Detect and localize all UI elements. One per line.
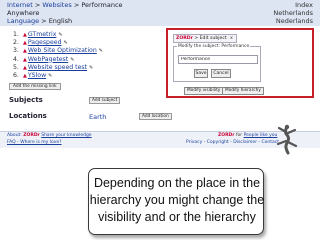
footer-faq-link[interactable]: FAQ - Where is my love? — [7, 140, 62, 145]
save-button[interactable]: Save — [194, 69, 208, 78]
footer-tagline: ZORDr for People like you — [218, 133, 277, 138]
breadcrumb-current: Performance — [81, 1, 123, 9]
top-link-nederlands[interactable]: Nederlands — [273, 17, 313, 25]
footer-about-label[interactable]: About: — [7, 133, 22, 138]
add-location-button[interactable]: Add location — [139, 113, 172, 120]
pencil-icon[interactable]: ✎ — [70, 56, 74, 64]
modify-visibility-button[interactable]: Modify visibility — [184, 87, 224, 95]
breadcrumb: Internet > Websites > Performance — [7, 1, 123, 9]
edit-subject-callout: ZORDr > Edit subject x Modify the subjec… — [166, 28, 314, 98]
breadcrumb-separator: > — [34, 1, 41, 9]
language-separator: > — [41, 17, 47, 25]
favicon-icon: ▲ — [23, 40, 27, 47]
list-item: 5. ▲ Website speed test ✎ — [13, 64, 103, 72]
language-value: English — [48, 17, 73, 25]
subjects-heading: Subjects — [9, 96, 43, 104]
footer-brand: ZORDr — [23, 133, 40, 138]
list-item-link[interactable]: Web Site Optimization — [28, 47, 97, 55]
list-item: 3. ▲ Web Site Optimization ✎ — [13, 47, 103, 55]
footer-right-for: for — [235, 133, 243, 138]
gecko-logo-icon — [276, 124, 298, 155]
list-item: 1. ▲ GTmetrix ✎ — [13, 31, 103, 39]
dialog-title: ZORDr > Edit subject x — [173, 34, 237, 43]
list-item-link[interactable]: Pagespeed — [28, 39, 62, 47]
top-link-index[interactable]: Index — [273, 1, 313, 9]
top-links: Index Netherlands Nederlands — [273, 1, 313, 25]
breadcrumb-separator: > — [73, 1, 80, 9]
list-item-number: 3. — [13, 47, 19, 55]
close-icon[interactable]: x — [230, 36, 233, 41]
footer-about: About: ZORDr Share your knowledge — [7, 133, 92, 138]
list-item: 2. ▲ Pagespeed ✎ — [13, 39, 103, 47]
list-item: 4. ▲ WebPagetest ✎ — [13, 56, 103, 64]
pencil-icon[interactable]: ✎ — [58, 31, 62, 39]
list-item-link[interactable]: Website speed test — [28, 64, 87, 72]
modify-hierarchy-button[interactable]: Modify hierarchy — [222, 87, 264, 95]
list-item-link[interactable]: WebPagetest — [28, 56, 68, 64]
footer-legal-links[interactable]: Privacy - Copyright - Disclaimer - Conta… — [186, 140, 279, 145]
list-item-number: 1. — [13, 31, 19, 38]
location-scope[interactable]: Anywhere — [7, 9, 39, 17]
pencil-icon[interactable]: ✎ — [89, 64, 93, 72]
location-link-earth[interactable]: Earth — [89, 113, 106, 121]
language-label[interactable]: Language — [7, 17, 39, 25]
list-item-link[interactable]: GTmetrix — [28, 31, 57, 39]
list-item-number: 6. — [13, 72, 19, 80]
language-line: Language > English — [7, 17, 72, 25]
list-item: 6. ▲ YSlow ✎ — [13, 72, 103, 80]
breadcrumb-websites[interactable]: Websites — [42, 1, 71, 9]
favicon-icon: ▲ — [23, 73, 27, 80]
cancel-button[interactable]: Cancel — [211, 69, 231, 78]
add-subject-button[interactable]: Add subject — [89, 97, 121, 104]
breadcrumb-internet[interactable]: Internet — [7, 1, 33, 9]
footer-share-link[interactable]: Share your knowledge — [41, 133, 91, 138]
top-link-netherlands[interactable]: Netherlands — [273, 9, 313, 17]
list-item-number: 2. — [13, 39, 19, 47]
modify-subject-fieldset: Modify the subject: Performance Save Can… — [173, 44, 261, 82]
fieldset-legend: Modify the subject: Performance — [177, 44, 251, 49]
dialog-title-text: Edit subject — [199, 36, 227, 41]
pencil-icon[interactable]: ✎ — [99, 47, 103, 55]
pencil-icon[interactable]: ✎ — [64, 39, 68, 47]
list-item-link[interactable]: YSlow — [28, 72, 46, 80]
favicon-icon: ▲ — [23, 48, 27, 55]
caption-line: Depending on the place in the — [93, 176, 261, 190]
dialog-brand: ZORDr — [176, 36, 193, 41]
add-missing-link-button[interactable]: Add the missing link — [9, 83, 61, 90]
footer-right-brand: ZORDr — [218, 133, 235, 138]
favicon-icon: ▲ — [23, 56, 27, 63]
list-item-number: 4. — [13, 55, 19, 63]
favicon-icon: ▲ — [23, 64, 27, 71]
list-item-number: 5. — [13, 63, 19, 71]
caption-line: hierarchy you might change the — [89, 193, 265, 207]
caption-line: visibility and or the hierarchy — [98, 210, 256, 224]
locations-heading: Locations — [9, 112, 47, 120]
pencil-icon[interactable]: ✎ — [48, 72, 52, 80]
link-list: 1. ▲ GTmetrix ✎ 2. ▲ Pagespeed ✎ 3. ▲ We… — [13, 31, 103, 80]
favicon-icon: ▲ — [23, 32, 27, 38]
dialog-title-sep: > — [194, 36, 199, 41]
caption-box: Depending on the place in the hierarchy … — [88, 168, 264, 235]
subject-name-input[interactable] — [178, 55, 258, 64]
caption-text: Depending on the place in the hierarchy … — [89, 175, 265, 226]
